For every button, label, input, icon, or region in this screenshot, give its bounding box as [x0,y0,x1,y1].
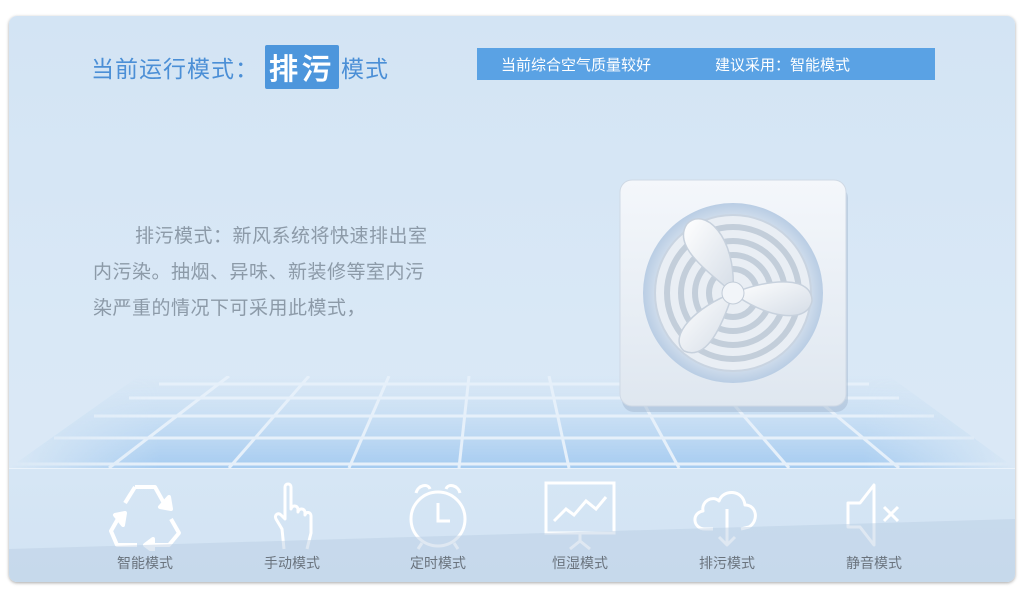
main-panel: 当前运行模式： 排污 模式 当前综合空气质量较好 建议采用：智能模式 排污模式：… [9,16,1015,582]
mode-button-silent[interactable]: 静音模式 [819,479,929,579]
mode-label-manual: 手动模式 [264,556,320,572]
mode-button-exhaust[interactable]: 排污模式 [672,479,782,579]
mode-label-silent: 静音模式 [846,556,902,572]
mode-prefix-text: 当前运行模式： [91,57,259,83]
mode-button-timer[interactable]: 定时模式 [383,479,493,579]
hand-pointer-icon [274,482,313,550]
current-mode-title: 当前运行模式： 排污 模式 [91,45,390,89]
mode-label-timer: 定时模式 [410,556,466,572]
alarm-clock-icon [409,484,467,550]
mode-button-humidity[interactable]: 恒湿模式 [525,479,635,579]
mode-label-humidity: 恒湿模式 [552,556,608,572]
recycle-icon [109,485,181,551]
mute-speaker-icon [846,483,900,547]
current-mode-badge: 排污 [265,45,340,89]
mode-button-smart[interactable]: 智能模式 [90,479,200,579]
grid-floor-decoration [9,376,1015,468]
mode-suggestion-text: 建议采用：智能模式 [715,55,851,74]
cloud-download-icon [693,491,757,547]
mode-button-manual[interactable]: 手动模式 [237,479,347,579]
mode-label-smart: 智能模式 [117,556,173,572]
air-quality-status-bar: 当前综合空气质量较好 建议采用：智能模式 [477,48,935,80]
air-quality-text: 当前综合空气质量较好 [501,55,652,74]
exhaust-fan-illustration [619,179,848,412]
mode-suffix-text: 模式 [341,57,390,83]
chart-board-icon [544,481,616,551]
mode-label-exhaust: 排污模式 [699,556,755,572]
mode-description: 排污模式：新风系统将快速排出室内污染。抽烟、异味、新装修等室内污染严重的情况下可… [93,225,428,319]
mode-selector-bar: 智能模式 手动模式 定时模式 恒湿模式 排污模式 静音模式 [9,468,1015,582]
